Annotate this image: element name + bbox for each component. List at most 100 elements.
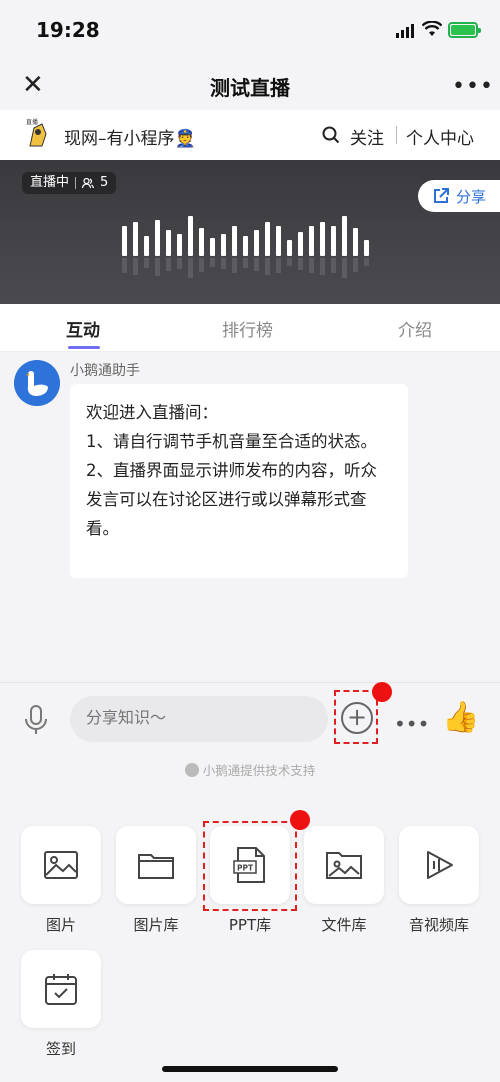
tab-ranking[interactable]: 排行榜 [222,316,273,341]
waveform-bar [320,222,325,256]
active-tab-indicator [68,346,100,349]
waveform-bar [353,228,358,256]
svg-text:直播: 直播 [26,118,38,126]
waveform-reflection [188,258,193,278]
waveform-bar [298,232,303,256]
waveform-reflection [320,258,325,275]
wifi-icon [422,21,442,36]
assistant-avatar [14,360,60,406]
image-folder-icon [326,852,362,879]
personal-center-link[interactable]: 个人中心 [406,124,474,149]
channel-name[interactable]: 现网–有小程序👮 [64,124,196,149]
waveform-reflection [122,258,127,273]
status-time: 19:28 [36,18,100,42]
share-label: 分享 [456,187,487,206]
waveform-reflection [199,258,204,272]
waveform-reflection [232,258,237,273]
channel-logo[interactable]: 直播 [22,116,54,152]
tool-label: 音视频库 [408,916,469,934]
waveform-bar [221,234,226,256]
waveform-reflection [364,258,369,266]
notification-dot [290,810,310,830]
waveform-bar [243,236,248,256]
tab-interaction[interactable]: 互动 [66,316,100,341]
waveform-bar [188,216,193,256]
ppt-highlight [203,821,297,911]
waveform-reflection [155,258,160,276]
waveform-bar [199,228,204,256]
home-indicator [162,1066,338,1072]
follow-button[interactable]: 关注 [350,124,384,149]
share-button[interactable]: 分享 [418,180,500,212]
tool-label: 图片库 [133,916,179,934]
waveform-bar [342,216,347,256]
page-title: 测试直播 [210,76,290,100]
tab-intro[interactable]: 介绍 [398,316,432,341]
waveform-reflection [331,258,336,273]
assistant-name: 小鹅通助手 [70,363,140,379]
waveform-reflection [221,258,226,269]
like-icon[interactable]: 👍 [442,700,479,735]
message-input[interactable] [70,696,328,742]
more-options-icon[interactable]: ••• [452,74,494,99]
divider [396,126,397,144]
live-status-label: 直播中 [30,175,70,190]
tool-label: 文件库 [321,916,367,934]
image-icon [44,851,78,879]
waveform-reflection [254,258,259,271]
waveform-bar [232,226,237,256]
search-icon[interactable] [322,126,340,144]
tool-media-library[interactable] [399,826,479,904]
calendar-check-icon [45,974,77,1005]
waveform-bar [309,226,314,256]
tool-check-in[interactable] [21,950,101,1028]
waveform-reflection [210,258,215,267]
waveform-reflection [265,258,270,275]
tool-label: 签到 [45,1040,76,1058]
folder-icon [138,854,174,879]
waveform-bar [364,240,369,256]
tool-image[interactable] [21,826,101,904]
waveform-bar [122,226,127,256]
waveform-reflection [276,258,281,273]
waveform-bar [254,230,259,256]
battery-icon [448,22,481,38]
signal-icon [396,24,414,38]
message-line: 1、请自行调节手机音量至合适的状态。 [86,432,377,451]
waveform-bar [331,226,336,256]
tool-label: 图片 [45,916,76,934]
notification-dot [372,682,392,702]
waveform-reflection [298,258,303,270]
waveform-reflection [287,258,292,266]
waveform-reflection [177,258,182,269]
tool-file-library[interactable] [304,826,384,904]
waveform-bar [155,220,160,256]
waveform-bar [265,222,270,256]
audio-waveform [122,216,369,278]
share-icon [434,188,449,203]
waveform-bar [210,238,215,256]
waveform-bar [144,236,149,256]
waveform-reflection [309,258,314,273]
microphone-icon[interactable] [24,704,48,736]
waveform-reflection [166,258,171,271]
tool-image-library[interactable] [116,826,196,904]
waveform-reflection [243,258,248,268]
powered-by: 小鹅通提供技术支持 [0,760,500,779]
message-line: 欢迎进入直播间： [86,403,218,422]
more-icon[interactable]: ••• [394,712,429,736]
waveform-reflection [144,258,149,268]
message-line: 2、直播界面显示讲师发布的内容，听众发言可以在讨论区进行或以弹幕形式查看。 [86,461,377,538]
viewers-icon [82,177,95,189]
add-icon[interactable]: + [341,702,373,734]
waveform-bar [276,226,281,256]
tool-label: PPT库 [228,916,272,934]
waveform-reflection [133,258,138,275]
powered-logo-icon [184,763,199,777]
waveform-reflection [353,258,358,272]
live-status-badge: 直播中 5 [22,172,117,194]
play-icon [427,851,453,879]
powered-by-text: 小鹅通提供技术支持 [202,763,316,778]
waveform-bar [166,230,171,256]
waveform-bar [133,222,138,256]
